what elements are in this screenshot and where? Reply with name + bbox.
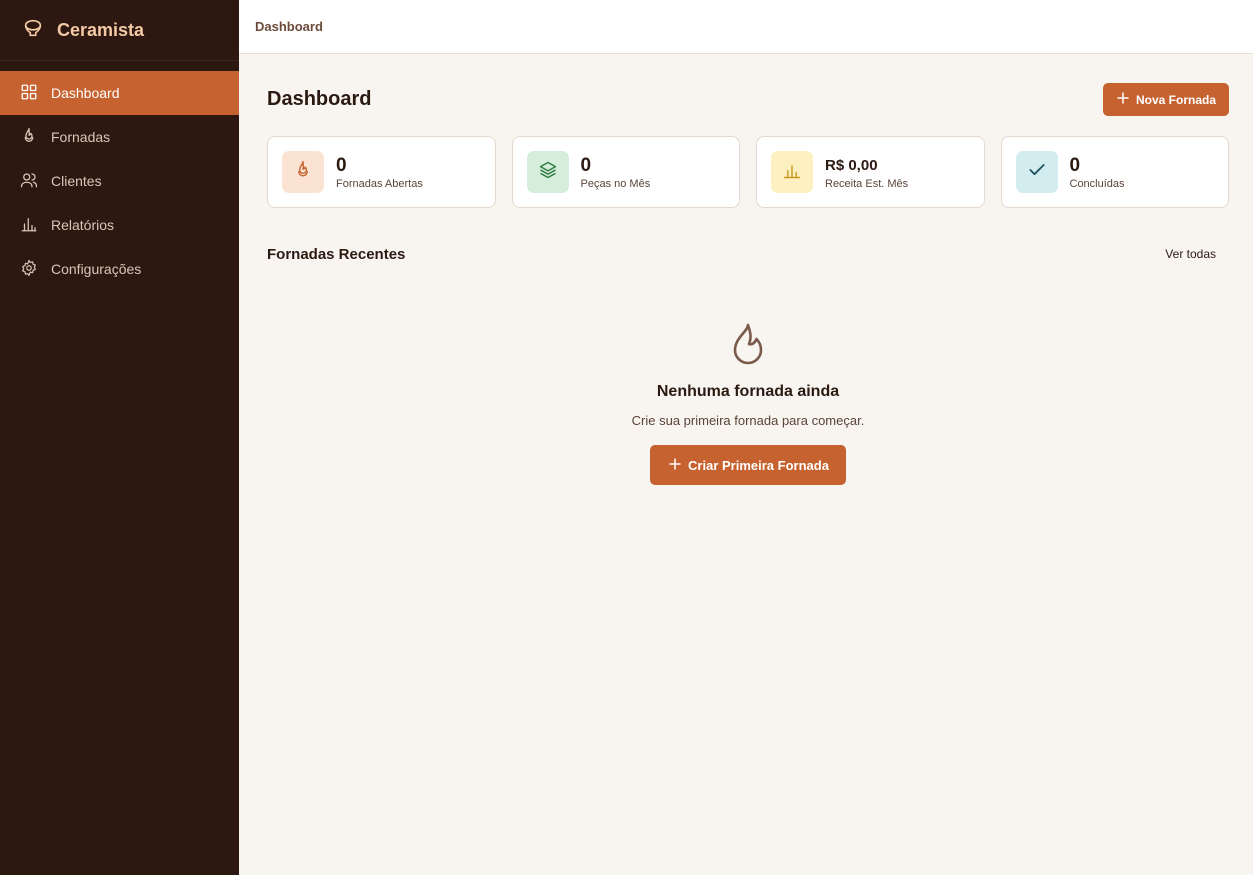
stat-value: 0 — [580, 154, 592, 176]
sidebar-item-dashboard[interactable]: Dashboard — [0, 71, 239, 115]
brand[interactable]: Ceramista — [0, 0, 239, 61]
empty-title: Nenhuma fornada ainda — [656, 383, 840, 400]
grid-icon — [20, 83, 38, 104]
sidebar-item-relatorios[interactable]: Relatórios — [0, 203, 239, 247]
new-batch-label: Nova Fornada — [1135, 92, 1216, 107]
stat-label: Fornadas Abertas — [336, 177, 423, 190]
sidebar-item-label: Fornadas — [51, 129, 111, 145]
stats-cards: 0 Fornadas Abertas 0 Peças no Mês R$ 0,0… — [267, 136, 1229, 208]
stat-value: 0 — [336, 154, 347, 176]
sidebar-nav: Dashboard Fornadas Clientes Relatórios C… — [0, 71, 239, 291]
plus-icon — [669, 457, 681, 473]
flame-icon — [293, 160, 313, 185]
recent-title: Fornadas Recentes — [267, 245, 406, 263]
empty-subtitle: Crie sua primeira fornada para começar. — [631, 413, 865, 428]
sidebar: Ceramista Dashboard Fornadas Clientes Re… — [0, 0, 239, 875]
bar-chart-icon — [782, 160, 802, 185]
plus-icon — [1117, 92, 1129, 107]
stat-value: R$ 0,00 — [825, 156, 878, 174]
sidebar-item-configuracoes[interactable]: Configurações — [0, 247, 239, 291]
bar-chart-icon — [20, 215, 38, 236]
sidebar-item-label: Configurações — [51, 261, 142, 277]
stat-card-open-batches: 0 Fornadas Abertas — [267, 136, 496, 208]
stat-label: Receita Est. Mês — [825, 177, 909, 190]
empty-state: Nenhuma fornada ainda Crie sua primeira … — [267, 322, 1229, 485]
topbar: Dashboard — [239, 0, 1253, 54]
sidebar-item-fornadas[interactable]: Fornadas — [0, 115, 239, 159]
new-batch-button[interactable]: Nova Fornada — [1102, 83, 1229, 116]
users-icon — [20, 171, 38, 192]
stat-icon-box — [526, 151, 569, 193]
breadcrumb: Dashboard — [255, 19, 323, 34]
layers-icon — [538, 160, 558, 185]
stat-icon-box — [771, 151, 813, 193]
stat-icon-box — [1015, 151, 1058, 193]
recent-header: Fornadas Recentes Ver todas — [267, 244, 1229, 264]
sidebar-item-label: Relatórios — [51, 217, 115, 233]
gear-icon — [20, 259, 38, 280]
app-name: Ceramista — [57, 19, 145, 40]
flame-icon — [730, 322, 766, 371]
stat-card-revenue: R$ 0,00 Receita Est. Mês — [756, 136, 985, 208]
sidebar-item-clientes[interactable]: Clientes — [0, 159, 239, 203]
title-row: Dashboard Nova Fornada — [267, 83, 1229, 116]
sidebar-item-label: Clientes — [51, 173, 102, 189]
stat-card-pieces-month: 0 Peças no Mês — [511, 136, 740, 208]
create-first-batch-button[interactable]: Criar Primeira Fornada — [650, 445, 846, 485]
stat-card-completed: 0 Concluídas — [1000, 136, 1229, 208]
page-title: Dashboard — [267, 88, 372, 110]
see-all-link[interactable]: Ver todas — [1165, 247, 1229, 261]
create-first-batch-label: Criar Primeira Fornada — [688, 457, 829, 473]
stat-label: Peças no Mês — [580, 177, 651, 190]
flame-icon — [20, 127, 38, 148]
stat-label: Concluídas — [1069, 177, 1125, 190]
stat-icon-box — [282, 151, 324, 193]
pottery-icon — [22, 17, 44, 44]
check-icon — [1027, 160, 1047, 185]
stat-value: 0 — [1069, 154, 1081, 176]
sidebar-item-label: Dashboard — [51, 85, 120, 101]
